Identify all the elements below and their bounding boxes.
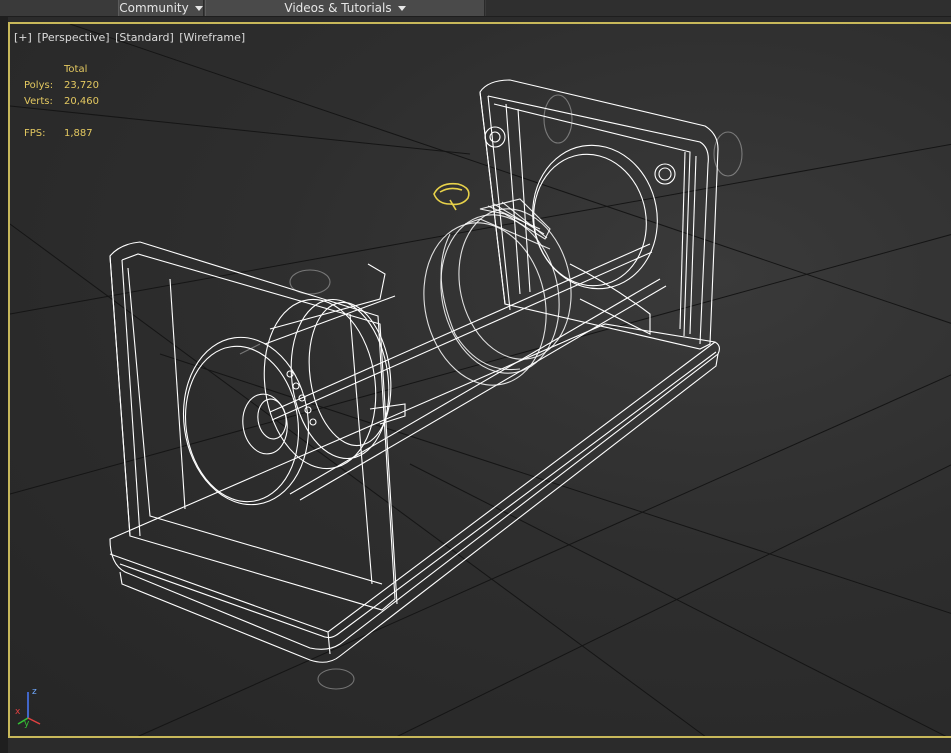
community-label: Community bbox=[119, 0, 189, 15]
stats-total-header: Total bbox=[64, 64, 88, 75]
top-menu-bar: Community Videos & Tutorials bbox=[0, 0, 951, 17]
stats-fps-row: FPS: 1,887 bbox=[24, 126, 99, 142]
top-menu-empty-area bbox=[486, 0, 951, 16]
videos-tutorials-label: Videos & Tutorials bbox=[284, 0, 392, 15]
stats-fps-value: 1,887 bbox=[64, 128, 93, 139]
shaft bbox=[269, 243, 667, 501]
selected-object[interactable] bbox=[433, 182, 470, 211]
viewport-display-mode-label[interactable]: [Wireframe] bbox=[179, 31, 245, 44]
wireframe-scene[interactable]: z y x bbox=[10, 24, 951, 738]
viewport-label-menu[interactable]: [+] [Perspective] [Standard] [Wireframe] bbox=[14, 31, 247, 44]
stats-polys-label: Polys: bbox=[24, 80, 54, 91]
rotor-rings bbox=[423, 208, 572, 386]
chevron-down-icon bbox=[397, 5, 406, 11]
viewport-plus-menu[interactable]: [+] bbox=[14, 31, 32, 44]
wireframe-model bbox=[109, 79, 743, 690]
viewport-shading-mode-label[interactable]: [Standard] bbox=[115, 31, 174, 44]
stats-verts-value: 20,460 bbox=[64, 96, 99, 107]
axis-y-label: y bbox=[24, 719, 30, 729]
chevron-down-icon bbox=[194, 5, 203, 11]
viewport-point-of-view-label[interactable]: [Perspective] bbox=[37, 31, 109, 44]
stats-verts-label: Verts: bbox=[24, 96, 53, 107]
viewport-grid bbox=[10, 24, 951, 736]
statistics-overlay: Total Polys: 23,720 Verts: 20,460 FPS: 1… bbox=[24, 62, 99, 142]
perspective-viewport[interactable]: z y x [+] [Perspective] [Standard] [Wire… bbox=[8, 22, 951, 738]
videos-tutorials-menu-button[interactable]: Videos & Tutorials bbox=[205, 0, 485, 16]
left-drum bbox=[182, 263, 406, 506]
axis-x-label: x bbox=[15, 707, 21, 717]
stats-fps-label: FPS: bbox=[24, 128, 46, 139]
axis-tripod: z y x bbox=[15, 687, 41, 729]
right-bearing bbox=[484, 126, 676, 335]
stats-verts-row: Verts: 20,460 bbox=[24, 94, 99, 110]
axis-z-label: z bbox=[32, 687, 37, 697]
stats-polys-row: Polys: 23,720 bbox=[24, 78, 99, 94]
left-plate bbox=[109, 241, 398, 611]
left-panel-edge bbox=[0, 17, 8, 753]
community-menu-button[interactable]: Community bbox=[118, 0, 204, 16]
stats-polys-value: 23,720 bbox=[64, 80, 99, 91]
base-plate bbox=[109, 323, 721, 663]
